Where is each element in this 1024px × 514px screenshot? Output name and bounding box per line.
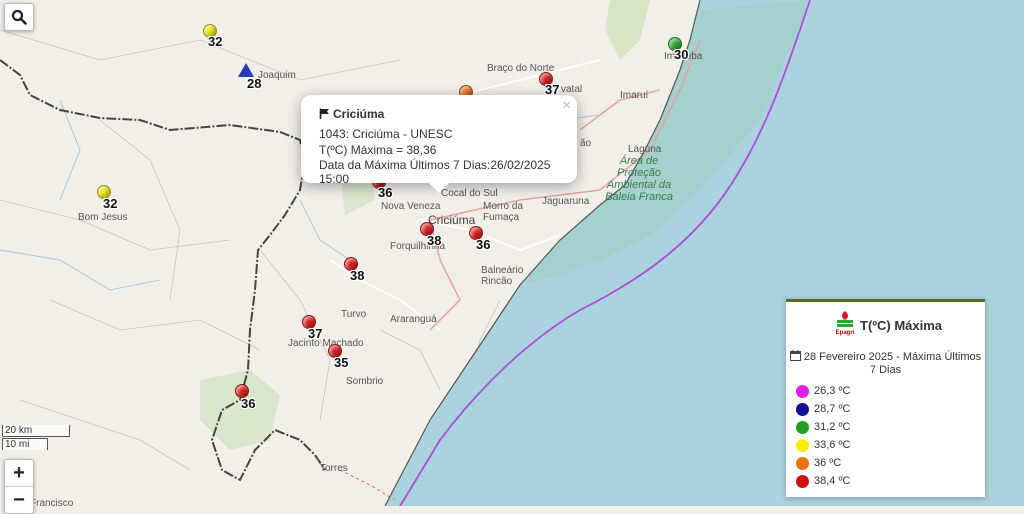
place-label: Sombrio [346, 376, 384, 387]
search-icon [11, 9, 27, 25]
place-label: Torres [320, 463, 348, 474]
place-label: Criciúma [428, 213, 476, 227]
place-label: Nova Veneza [381, 201, 441, 212]
legend-color-dot [796, 438, 809, 452]
legend-title: T(ºC) Máxima [860, 318, 943, 333]
place-label: Jaguaruna [542, 196, 590, 207]
scale-km: 20 km [2, 425, 70, 437]
legend-color-dot [796, 474, 809, 488]
scale-mi: 10 mi [2, 438, 48, 450]
legend-date-line1: 28 Fevereiro 2025 - Máxima Últimos [803, 351, 982, 363]
place-label: Imaruí [620, 90, 649, 101]
station-value: 36 [476, 237, 491, 252]
legend-color-dot [796, 384, 809, 398]
zoom-in-button[interactable]: + [5, 460, 33, 487]
place-label: Francisco [30, 498, 74, 509]
legend-item-label: 28,7 ºC [814, 403, 851, 415]
legend-color-dot [796, 420, 809, 434]
station-value: 30 [674, 47, 689, 62]
popup-temperature: T(ºC) Máxima = 38,36 [319, 143, 437, 157]
zoom-out-button[interactable]: − [5, 487, 33, 513]
flag-icon [319, 108, 329, 119]
legend-item-label: 26,3 ºC [814, 385, 851, 397]
station-value: 32 [103, 196, 118, 211]
legend-item-label: 31,2 ºC [814, 421, 851, 433]
protected-area-label: Área de Proteção Ambiental da Baleia Fra… [605, 155, 673, 203]
place-label: Morro da Fumaça [483, 201, 524, 223]
place-label: Jacinto Machado [288, 338, 364, 349]
legend-item: 28,7 ºC [796, 402, 850, 416]
popup-tip [429, 183, 449, 193]
place-label: Laguna [628, 144, 662, 155]
place-label: vatal [561, 84, 583, 95]
place-label: Balneário Rincão [481, 265, 524, 287]
legend-color-dot [796, 456, 809, 470]
station-value: 28 [247, 76, 262, 91]
popup-close-button[interactable]: × [562, 97, 571, 114]
station-value: 35 [334, 355, 349, 370]
station-value: 38 [350, 268, 365, 283]
legend-color-dot [796, 402, 809, 416]
station-value: 38 [427, 233, 442, 248]
legend-date: 28 Fevereiro 2025 - Máxima Últimos 7 Dia… [786, 350, 985, 377]
legend-date-line2: 7 Dias [869, 364, 902, 376]
place-label: ão [580, 138, 592, 149]
legend-item: 38,4 ºC [796, 474, 850, 488]
calendar-icon [789, 350, 801, 361]
popup-station: 1043: Criciúma - UNESC [319, 127, 453, 141]
legend-item: 33,6 ºC [796, 438, 850, 452]
place-label: Turvo [341, 309, 367, 320]
place-label: Joaquim [258, 70, 296, 81]
popup-date: Data da Máxima Últimos 7 Dias:26/02/2025… [319, 158, 551, 186]
epagri-logo: Epagri [834, 310, 856, 336]
popup-title-row: Criciúma [319, 107, 384, 121]
place-label: Cocal do Sul [441, 188, 498, 199]
station-value: 37 [308, 326, 323, 341]
epagri-logo-graphic: Epagri [836, 311, 855, 336]
legend-item: 36 ºC [796, 456, 841, 470]
search-button[interactable] [4, 3, 34, 31]
legend-item: 26,3 ºC [796, 384, 850, 398]
station-popup: Criciúma 1043: Criciúma - UNESC T(ºC) Má… [301, 95, 577, 193]
legend-item-label: 33,6 ºC [814, 439, 851, 451]
popup-title: Criciúma [333, 107, 385, 121]
station-triangle-marker[interactable] [238, 63, 254, 77]
legend-item-label: 38,4 ºC [814, 475, 851, 487]
place-label: Araranguá [390, 314, 437, 325]
station-value: 32 [208, 34, 223, 49]
place-label: Bom Jesus [78, 212, 128, 223]
station-value: 36 [241, 396, 256, 411]
station-value: 36 [378, 185, 393, 200]
scale-bar: 20 km 10 mi [2, 425, 70, 450]
legend-panel: Epagri T(ºC) Máxima 28 Fevereiro 2025 - … [786, 299, 985, 497]
legend-item: 31,2 ºC [796, 420, 850, 434]
legend-item-label: 36 ºC [814, 457, 842, 469]
logo-text: Epagri [836, 330, 855, 336]
